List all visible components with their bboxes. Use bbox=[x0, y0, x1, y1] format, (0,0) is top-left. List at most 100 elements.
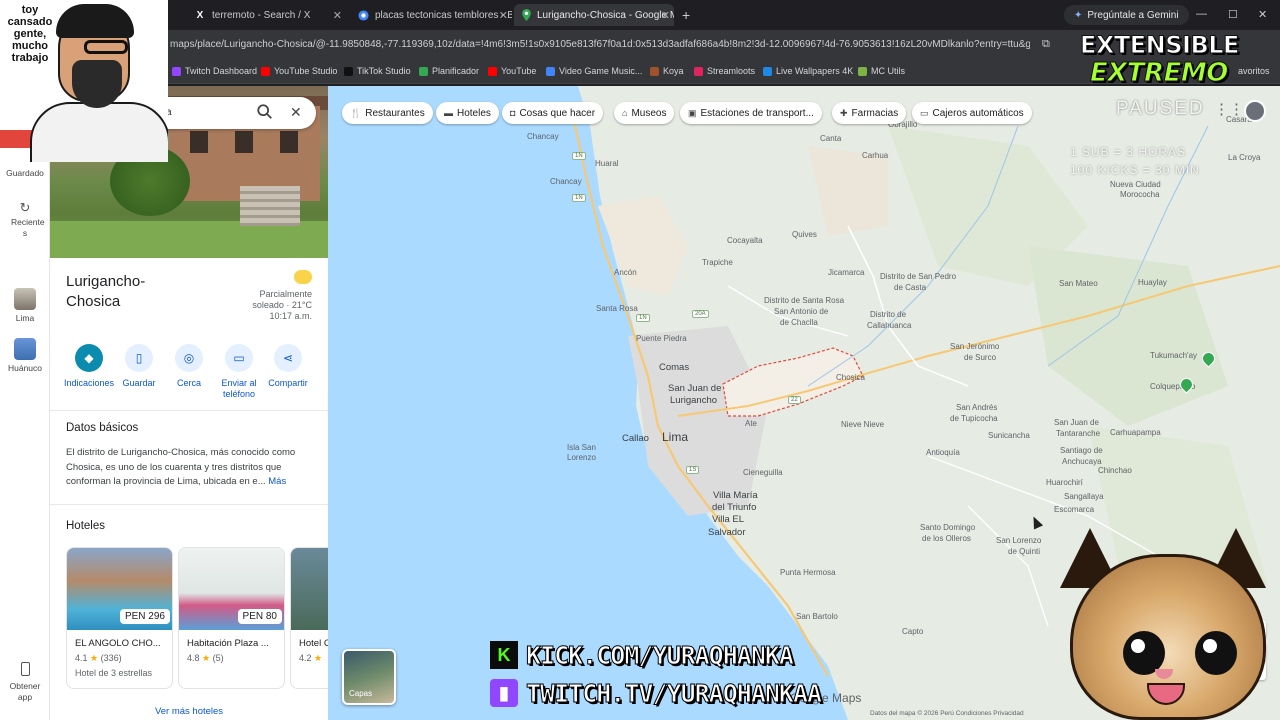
tab-twitter[interactable]: X terremoto - Search / X ✕ bbox=[186, 4, 346, 26]
map-label: Jicamarca bbox=[828, 268, 865, 277]
bookmark-youtube-studio[interactable]: YouTube Studio bbox=[261, 66, 337, 76]
lima-thumbnail bbox=[14, 288, 36, 310]
route-shield: 1N bbox=[572, 194, 586, 202]
map-label: Punta Hermosa bbox=[780, 568, 836, 577]
nearby-button[interactable]: ◎ Cerca bbox=[161, 344, 217, 389]
badge-line1: EXTENSIBLE bbox=[1080, 31, 1240, 60]
see-more-hotels-link[interactable]: Ver más hoteles bbox=[50, 706, 328, 717]
chip-transit[interactable]: ▣ Estaciones de transport... bbox=[680, 102, 822, 124]
rail-recent[interactable]: ↻ Reciente s bbox=[0, 201, 50, 239]
museum-icon: ⌂ bbox=[622, 108, 628, 118]
map-label: Lorenzo bbox=[567, 453, 596, 462]
browser-tabbar: X terremoto - Search / X ✕ placas tecton… bbox=[0, 0, 1280, 30]
map-label: Puente Piedra bbox=[636, 334, 687, 343]
star-icon: ★ bbox=[314, 653, 323, 663]
photo-window bbox=[280, 131, 298, 153]
bookmark-youtube[interactable]: YouTube bbox=[488, 66, 536, 76]
bookmark-label: MC Utils bbox=[871, 66, 905, 76]
layers-button[interactable]: Capas bbox=[342, 649, 396, 705]
chip-atms[interactable]: ▭ Cajeros automáticos bbox=[912, 102, 1032, 124]
bookmark-video-game-music[interactable]: Video Game Music... bbox=[546, 66, 642, 76]
hotel-card[interactable]: Hotel C 4.2 ★ bbox=[290, 547, 328, 689]
chip-museums[interactable]: ⌂ Museos bbox=[614, 102, 675, 124]
planner-icon bbox=[419, 66, 428, 76]
close-tab-icon[interactable]: ✕ bbox=[499, 9, 508, 22]
bookmark-koya[interactable]: Koya bbox=[650, 66, 684, 76]
avatar[interactable] bbox=[1244, 100, 1266, 122]
bookmark-tiktok-studio[interactable]: TikTok Studio bbox=[344, 66, 411, 76]
map-label: de los Olleros bbox=[922, 534, 971, 543]
weather-line1: Parcialmente bbox=[259, 289, 312, 299]
chip-label: Hoteles bbox=[457, 107, 491, 119]
url-text[interactable]: maps/place/Lurigancho-Chosica/@-11.98508… bbox=[170, 39, 1030, 50]
bookmark-live-wallpapers[interactable]: Live Wallpapers 4K bbox=[763, 66, 853, 76]
x-icon: X bbox=[196, 9, 204, 21]
chip-things-to-do[interactable]: ◘ Cosas que hacer bbox=[502, 102, 604, 124]
rail-lima[interactable]: Lima bbox=[0, 288, 50, 324]
map-label: Chancay bbox=[527, 132, 559, 141]
tab-maps[interactable]: Lurigancho-Chosica - Google M ✕ bbox=[514, 4, 674, 26]
hotel-card[interactable]: PEN 80 Habitación Plaza ... 4.8 ★ (5) bbox=[178, 547, 285, 689]
cast-icon[interactable]: ⧉ bbox=[1042, 38, 1050, 51]
weather-widget: Parcialmente soleado · 21°C 10:17 a.m. bbox=[252, 270, 312, 322]
route-shield: 1N bbox=[636, 314, 650, 322]
map-label: Tukumach'ay bbox=[1150, 351, 1198, 360]
streamer-avatar-overlay: toy cansado gente, mucho trabajo bbox=[0, 0, 168, 162]
apps-grid-icon[interactable]: ⋮⋮ bbox=[1214, 100, 1244, 118]
share-button[interactable]: ⋖ Compartir bbox=[260, 344, 316, 389]
rail-huanuco[interactable]: Huánuco bbox=[0, 338, 50, 374]
tab-tectonic[interactable]: placas tectonicas temblores - B ✕ bbox=[350, 4, 512, 26]
map-label: de Quinti bbox=[1008, 547, 1041, 556]
new-tab-button[interactable]: + bbox=[682, 7, 690, 23]
kick-icon: K bbox=[490, 641, 518, 669]
hotel-name: Habitación Plaza ... bbox=[187, 638, 269, 649]
window-close-icon[interactable]: ✕ bbox=[1258, 8, 1267, 21]
map-label: San Jerónimo bbox=[950, 342, 1000, 351]
save-button[interactable]: ▯ Guardar bbox=[111, 344, 167, 389]
youtube-icon bbox=[261, 66, 270, 76]
map-label: Carhuapampa bbox=[1110, 428, 1161, 437]
search-icon[interactable] bbox=[256, 103, 274, 121]
map-label: Nieve Nieve bbox=[841, 420, 885, 429]
map-label: Morococha bbox=[1120, 190, 1160, 199]
bookmark-twitch-dashboard[interactable]: Twitch Dashboard bbox=[172, 66, 257, 76]
chip-restaurants[interactable]: 🍴 Restaurantes bbox=[342, 102, 433, 124]
rail-saved[interactable]: Guardado bbox=[0, 168, 50, 179]
hotel-rating: 4.8 ★ (5) bbox=[179, 649, 284, 664]
gemini-button[interactable]: ✦ Pregúntale a Gemini bbox=[1064, 5, 1189, 25]
twitch-icon bbox=[172, 66, 181, 76]
bookmark-label: Koya bbox=[663, 66, 684, 76]
twitch-url: TWITCH.TV/YURAQHANKAA bbox=[525, 678, 822, 708]
transit-icon: ▣ bbox=[688, 107, 697, 118]
hotel-name: Hotel C bbox=[299, 638, 328, 649]
bookmark-planificador[interactable]: Planificador bbox=[419, 66, 479, 76]
bookmark-mc-utils[interactable]: MC Utils bbox=[858, 66, 905, 76]
bookmark-label: Live Wallpapers 4K bbox=[776, 66, 854, 76]
close-tab-icon[interactable]: ✕ bbox=[661, 9, 670, 22]
minimize-icon[interactable]: — bbox=[1196, 8, 1207, 20]
chip-label: Restaurantes bbox=[365, 107, 425, 119]
star-icon: ★ bbox=[90, 653, 99, 663]
clear-search-icon[interactable]: ✕ bbox=[290, 104, 302, 121]
bookmark-streamloots[interactable]: Streamloots bbox=[694, 66, 755, 76]
chip-hotels[interactable]: ▬ Hoteles bbox=[436, 102, 499, 124]
bookmark-favorites[interactable]: avoritos bbox=[1238, 66, 1270, 76]
rail-label: Guardado bbox=[6, 168, 44, 178]
chip-pharmacies[interactable]: ✚ Farmacias bbox=[832, 102, 907, 124]
map-label: Santa Rosa bbox=[596, 304, 638, 313]
send-to-phone-button[interactable]: ▭ Enviar al teléfono bbox=[211, 344, 267, 400]
action-label: Indicaciones bbox=[63, 378, 115, 388]
photo-stairs bbox=[240, 186, 300, 226]
rail-get-app[interactable]: Obtener app bbox=[0, 662, 50, 703]
close-tab-icon[interactable]: ✕ bbox=[333, 9, 342, 22]
map-label: La Croya bbox=[1228, 153, 1261, 162]
hotel-card[interactable]: PEN 296 EL ANGOLO CHO... 4.1 ★ (336) Hot… bbox=[66, 547, 173, 689]
hotel-type: Hotel de 3 estrellas bbox=[75, 668, 153, 678]
directions-button[interactable]: ◆ Indicaciones bbox=[61, 344, 117, 389]
map-label: Santiago de bbox=[1060, 446, 1103, 455]
avatar-beard bbox=[72, 60, 122, 108]
maximize-icon[interactable]: ☐ bbox=[1228, 8, 1238, 21]
more-link[interactable]: Más bbox=[268, 476, 286, 487]
maps-pin-icon bbox=[522, 9, 531, 21]
cat-face bbox=[1070, 554, 1266, 720]
